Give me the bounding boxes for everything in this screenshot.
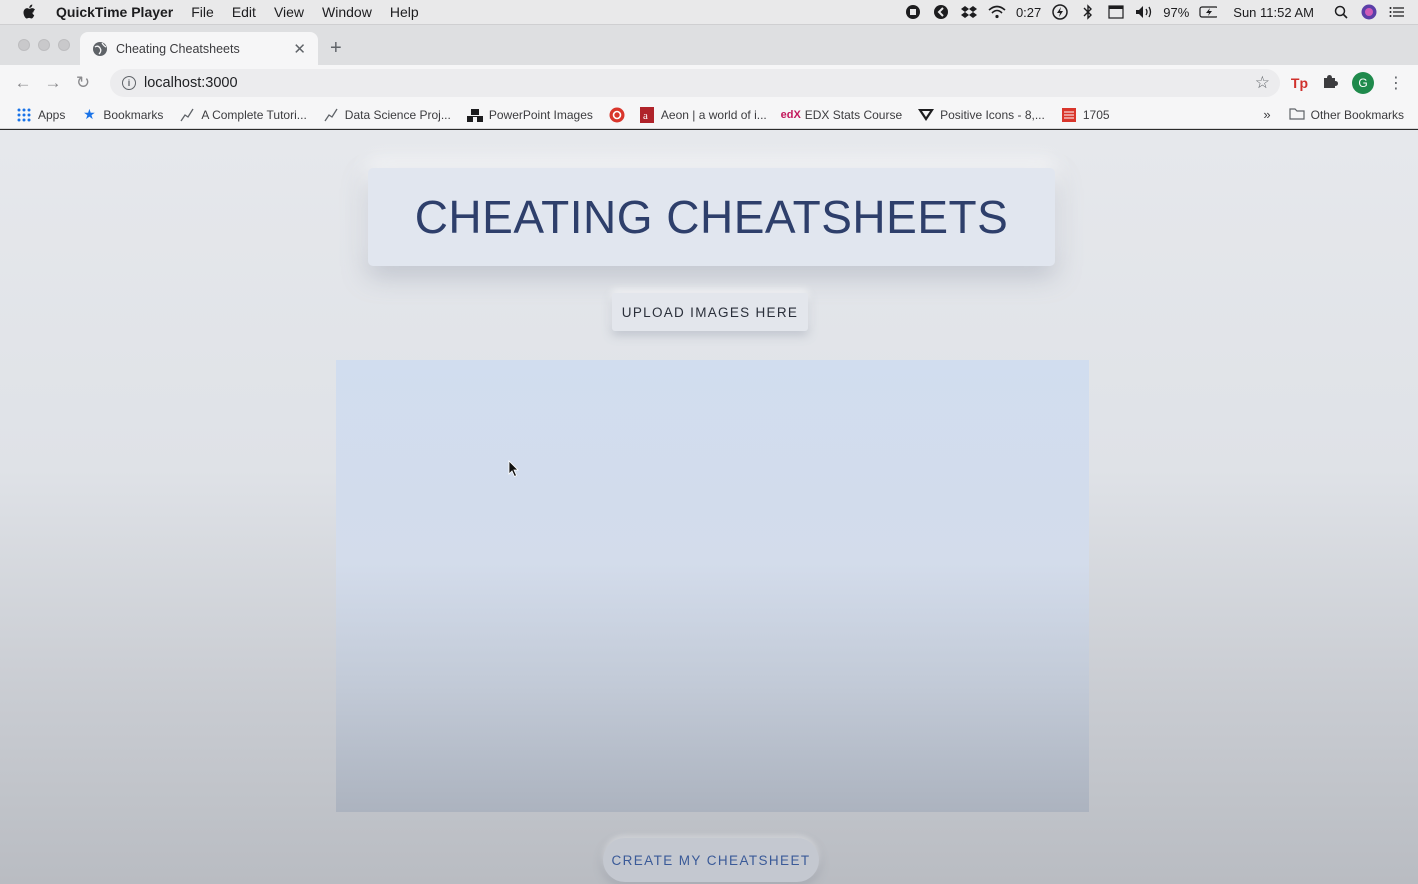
close-window-button[interactable] [18, 39, 30, 51]
close-tab-icon[interactable]: ✕ [293, 40, 306, 58]
menu-help[interactable]: Help [390, 4, 419, 20]
bookmark-label: Positive Icons - 8,... [940, 107, 1045, 122]
new-tab-icon[interactable]: + [330, 37, 342, 60]
chart-line-icon [179, 107, 195, 123]
upload-images-button[interactable]: UPLOAD IMAGES HERE [612, 293, 808, 331]
macos-menu-bar: QuickTime Player File Edit View Window H… [0, 0, 1418, 25]
red-bookmark-icon [1061, 107, 1077, 123]
star-icon: ★ [83, 106, 96, 122]
bookmark-other[interactable]: Other Bookmarks [1289, 107, 1404, 123]
puzzle-extensions-icon[interactable] [1322, 73, 1338, 94]
page-title: CHEATING CHEATSHEETS [414, 191, 1009, 243]
bookmark-label: A Complete Tutori... [201, 107, 307, 122]
url-text[interactable]: localhost:3000 [144, 75, 238, 91]
menu-clock[interactable]: Sun 11:52 AM [1233, 5, 1314, 20]
apps-grid-icon [16, 107, 32, 123]
aeon-icon: a [639, 106, 655, 123]
volume-icon[interactable] [1135, 3, 1153, 21]
red-circle-icon [609, 107, 625, 123]
bookmark-positive-icons[interactable]: Positive Icons - 8,... [918, 107, 1045, 123]
page-content: CHEATING CHEATSHEETS UPLOAD IMAGES HERE … [0, 130, 1418, 884]
bookmark-label: Other Bookmarks [1310, 107, 1404, 122]
recording-timer: 0:27 [1015, 4, 1042, 20]
dropbox-icon[interactable] [960, 3, 978, 21]
bookmark-label: PowerPoint Images [488, 107, 593, 122]
bookmark-label: 1705 [1082, 107, 1110, 122]
bookmark-aeon[interactable]: a Aeon | a world of i... [639, 106, 767, 123]
svg-text:a: a [643, 110, 648, 122]
menu-view[interactable]: View [274, 4, 304, 20]
siri-icon[interactable] [1360, 3, 1378, 21]
bookmark-powerpoint-images[interactable]: PowerPoint Images [466, 107, 593, 123]
bookmark-label: Apps [38, 107, 66, 122]
bookmark-label: EDX Stats Course [804, 107, 903, 122]
reload-icon[interactable]: ↻ [73, 73, 93, 93]
calendar-icon[interactable] [1107, 3, 1125, 21]
mouse-pointer-icon [508, 460, 519, 478]
image-drop-area[interactable] [336, 360, 1089, 812]
menu-file[interactable]: File [191, 4, 214, 20]
zoom-window-button[interactable] [58, 39, 70, 51]
profile-avatar[interactable]: G [1352, 72, 1374, 94]
tab-cheating-cheatsheets[interactable]: Cheating Cheatsheets ✕ [80, 32, 318, 65]
tp-extension-icon[interactable]: Tp [1291, 75, 1308, 91]
site-info-icon[interactable]: i [122, 76, 136, 90]
slide-icon [466, 107, 483, 123]
record-stop-icon[interactable] [904, 3, 922, 21]
apple-menu-icon[interactable] [22, 3, 40, 21]
bookmark-edx[interactable]: edX EDX Stats Course [780, 107, 903, 123]
edx-icon: edX [780, 108, 801, 121]
bookmark-label: Aeon | a world of i... [660, 107, 767, 122]
wifi-icon[interactable] [988, 3, 1006, 21]
bookmark-bookmarks[interactable]: ★ Bookmarks [81, 106, 164, 123]
bookmark-apps[interactable]: Apps [16, 107, 65, 123]
globe-icon [92, 41, 108, 57]
minimize-window-button[interactable] [38, 39, 50, 51]
browser-toolbar: ← → ↻ i localhost:3000 ☆ Tp G ⋮ [0, 65, 1418, 101]
menu-edit[interactable]: Edit [232, 4, 256, 20]
bookmark-red-circle[interactable] [609, 107, 631, 123]
battery-percent: 97% [1163, 4, 1190, 20]
tab-title: Cheating Cheatsheets [116, 41, 240, 56]
window-controls [18, 39, 70, 51]
bookmark-data-science[interactable]: Data Science Proj... [323, 107, 451, 123]
title-card: CHEATING CHEATSHEETS [368, 168, 1055, 266]
bookmark-label: Data Science Proj... [344, 107, 451, 122]
app-status-icon[interactable] [932, 3, 950, 21]
address-bar[interactable]: i localhost:3000 ☆ [110, 69, 1280, 97]
back-arrow-icon[interactable]: ← [13, 73, 33, 93]
battery-charging-icon[interactable] [1199, 3, 1218, 21]
spotlight-search-icon[interactable] [1332, 3, 1350, 21]
bluetooth-icon[interactable] [1079, 3, 1097, 21]
browser-tab-strip: Cheating Cheatsheets ✕ + [0, 25, 1418, 65]
bookmark-star-icon[interactable]: ☆ [1255, 73, 1270, 93]
v-logo-icon [918, 107, 935, 123]
energy-icon[interactable] [1051, 3, 1069, 21]
app-menu[interactable]: QuickTime Player [56, 4, 173, 20]
kebab-menu-icon[interactable]: ⋮ [1388, 73, 1404, 93]
menu-window[interactable]: Window [322, 4, 372, 20]
more-bookmarks-chevron[interactable]: » [1263, 107, 1270, 122]
bookmark-label: Bookmarks [103, 107, 164, 122]
bookmarks-bar: Apps ★ Bookmarks A Complete Tutori... Da… [0, 101, 1418, 129]
bookmark-1705[interactable]: 1705 [1061, 107, 1110, 123]
forward-arrow-icon[interactable]: → [43, 73, 63, 93]
chart-line-icon [323, 107, 339, 123]
folder-icon [1289, 107, 1305, 123]
notification-center-icon[interactable] [1388, 3, 1406, 21]
bookmark-complete-tutorial[interactable]: A Complete Tutori... [179, 107, 307, 123]
create-cheatsheet-button[interactable]: CREATE MY CHEATSHEET [603, 838, 819, 882]
